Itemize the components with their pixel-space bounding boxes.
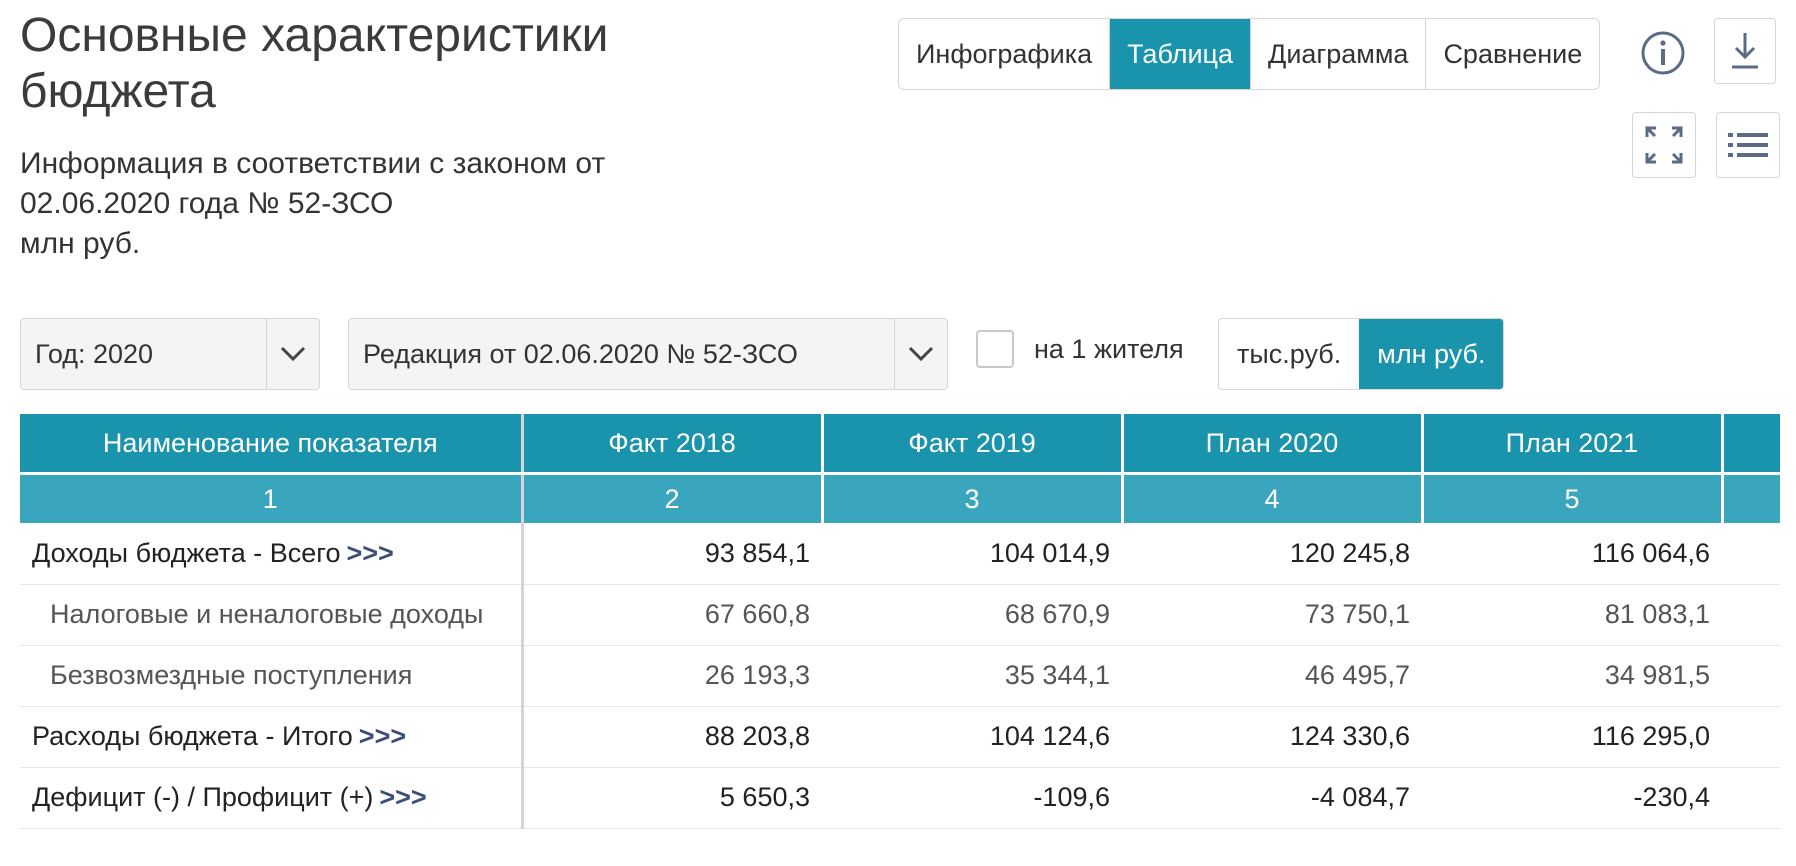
table-cell: 116 295,0 [1422, 706, 1722, 768]
table-cell: 88 203,8 [522, 706, 822, 768]
table-row-deficit-surplus: Дефицит (-) / Профицит (+) >>> 5 650,3 -1… [20, 767, 1780, 829]
table-header-row: Наименование показателя Факт 2018 Факт 2… [20, 414, 1780, 475]
column-header-overflow [1722, 414, 1780, 475]
row-label: Дефицит (-) / Профицит (+) [32, 782, 374, 812]
info-button[interactable] [1640, 30, 1686, 76]
page-title: Основные характеристики бюджета [20, 8, 720, 120]
unit-thousand-rub[interactable]: тыс.руб. [1219, 319, 1359, 389]
table-row-revenue-total: Доходы бюджета - Всего >>> 93 854,1 104 0… [20, 523, 1780, 585]
year-select-value: Год: 2020 [35, 338, 154, 369]
page-subtitle: Информация в соответствии с законом от 0… [20, 144, 720, 264]
column-header-name: Наименование показателя [20, 414, 524, 475]
info-icon [1641, 31, 1685, 75]
table-cell: 81 083,1 [1422, 584, 1722, 646]
table-cell: 5 650,3 [522, 767, 822, 829]
table-cell: 104 014,9 [822, 523, 1122, 585]
chevron-down-icon [894, 319, 947, 389]
table-cell: 46 495,7 [1122, 645, 1422, 707]
column-header-plan-2021[interactable]: План 2021 [1422, 414, 1724, 475]
unit-switch: тыс.руб. млн руб. [1218, 318, 1505, 390]
table-cell: 73 750,1 [1122, 584, 1422, 646]
row-label: Безвозмездные поступления [20, 645, 524, 707]
row-label: Налоговые и неналоговые доходы [20, 584, 524, 646]
column-number: 2 [522, 473, 824, 523]
table-cell: -230,4 [1422, 767, 1722, 829]
view-switch: Инфографика Таблица Диаграмма Сравнение [898, 18, 1601, 90]
table-cell: 116 064,6 [1422, 523, 1722, 585]
column-header-fact-2019[interactable]: Факт 2019 [822, 414, 1124, 475]
edition-select[interactable]: Редакция от 02.06.2020 № 52-ЗСО [348, 318, 948, 390]
column-number: 4 [1122, 473, 1424, 523]
table-cell: 93 854,1 [522, 523, 822, 585]
column-number: 1 [20, 473, 524, 523]
column-number-overflow [1722, 473, 1780, 523]
page-title-line1: Основные характеристики [20, 9, 609, 62]
table-row-grants: Безвозмездные поступления 26 193,3 35 34… [20, 645, 1780, 707]
law-info-line1: Информация в соответствии с законом от [20, 147, 606, 180]
column-number: 5 [1422, 473, 1724, 523]
tab-table[interactable]: Таблица [1110, 19, 1252, 89]
table-row-expenditure-total: Расходы бюджета - Итого >>> 88 203,8 104 … [20, 706, 1780, 768]
per-capita-toggle: на 1 жителя [976, 330, 1184, 368]
year-select[interactable]: Год: 2020 [20, 318, 320, 390]
tab-comparison[interactable]: Сравнение [1426, 19, 1599, 89]
budget-table: Наименование показателя Факт 2018 Факт 2… [20, 414, 1780, 829]
table-cell: 124 330,6 [1122, 706, 1422, 768]
table-cell: 120 245,8 [1122, 523, 1422, 585]
row-label: Расходы бюджета - Итого [32, 721, 353, 751]
expand-icon [1645, 126, 1683, 164]
tab-infographics[interactable]: Инфографика [899, 19, 1111, 89]
drilldown-link[interactable]: >>> [347, 538, 394, 568]
download-button[interactable] [1714, 18, 1776, 84]
table-cell: 104 124,6 [822, 706, 1122, 768]
table-cell: -109,6 [822, 767, 1122, 829]
units-note: млн руб. [20, 227, 141, 260]
table-cell: 35 344,1 [822, 645, 1122, 707]
table-cell: 67 660,8 [522, 584, 822, 646]
column-header-fact-2018[interactable]: Факт 2018 [522, 414, 824, 475]
table-cell: 68 670,9 [822, 584, 1122, 646]
list-menu-icon [1728, 133, 1768, 157]
drilldown-link[interactable]: >>> [359, 721, 406, 751]
drilldown-link[interactable]: >>> [379, 782, 426, 812]
table-row-tax-revenue: Налоговые и неналоговые доходы 67 660,8 … [20, 584, 1780, 646]
chevron-down-icon [266, 319, 319, 389]
per-capita-checkbox[interactable] [976, 330, 1014, 368]
download-icon [1732, 33, 1758, 69]
tab-chart[interactable]: Диаграмма [1251, 19, 1427, 89]
row-label: Доходы бюджета - Всего [32, 537, 341, 568]
menu-button[interactable] [1716, 112, 1780, 178]
column-header-plan-2020[interactable]: План 2020 [1122, 414, 1424, 475]
table-cell: 26 193,3 [522, 645, 822, 707]
table-cell: 34 981,5 [1422, 645, 1722, 707]
column-number: 3 [822, 473, 1124, 523]
page-title-line2: бюджета [20, 65, 216, 118]
unit-million-rub[interactable]: млн руб. [1359, 319, 1504, 389]
table-column-numbers-row: 1 2 3 4 5 [20, 473, 1780, 523]
edition-select-value: Редакция от 02.06.2020 № 52-ЗСО [363, 338, 798, 369]
law-info-line2: 02.06.2020 года № 52-ЗСО [20, 187, 394, 220]
table-cell: -4 084,7 [1122, 767, 1422, 829]
fullscreen-button[interactable] [1632, 112, 1696, 178]
per-capita-label[interactable]: на 1 жителя [1034, 334, 1184, 365]
